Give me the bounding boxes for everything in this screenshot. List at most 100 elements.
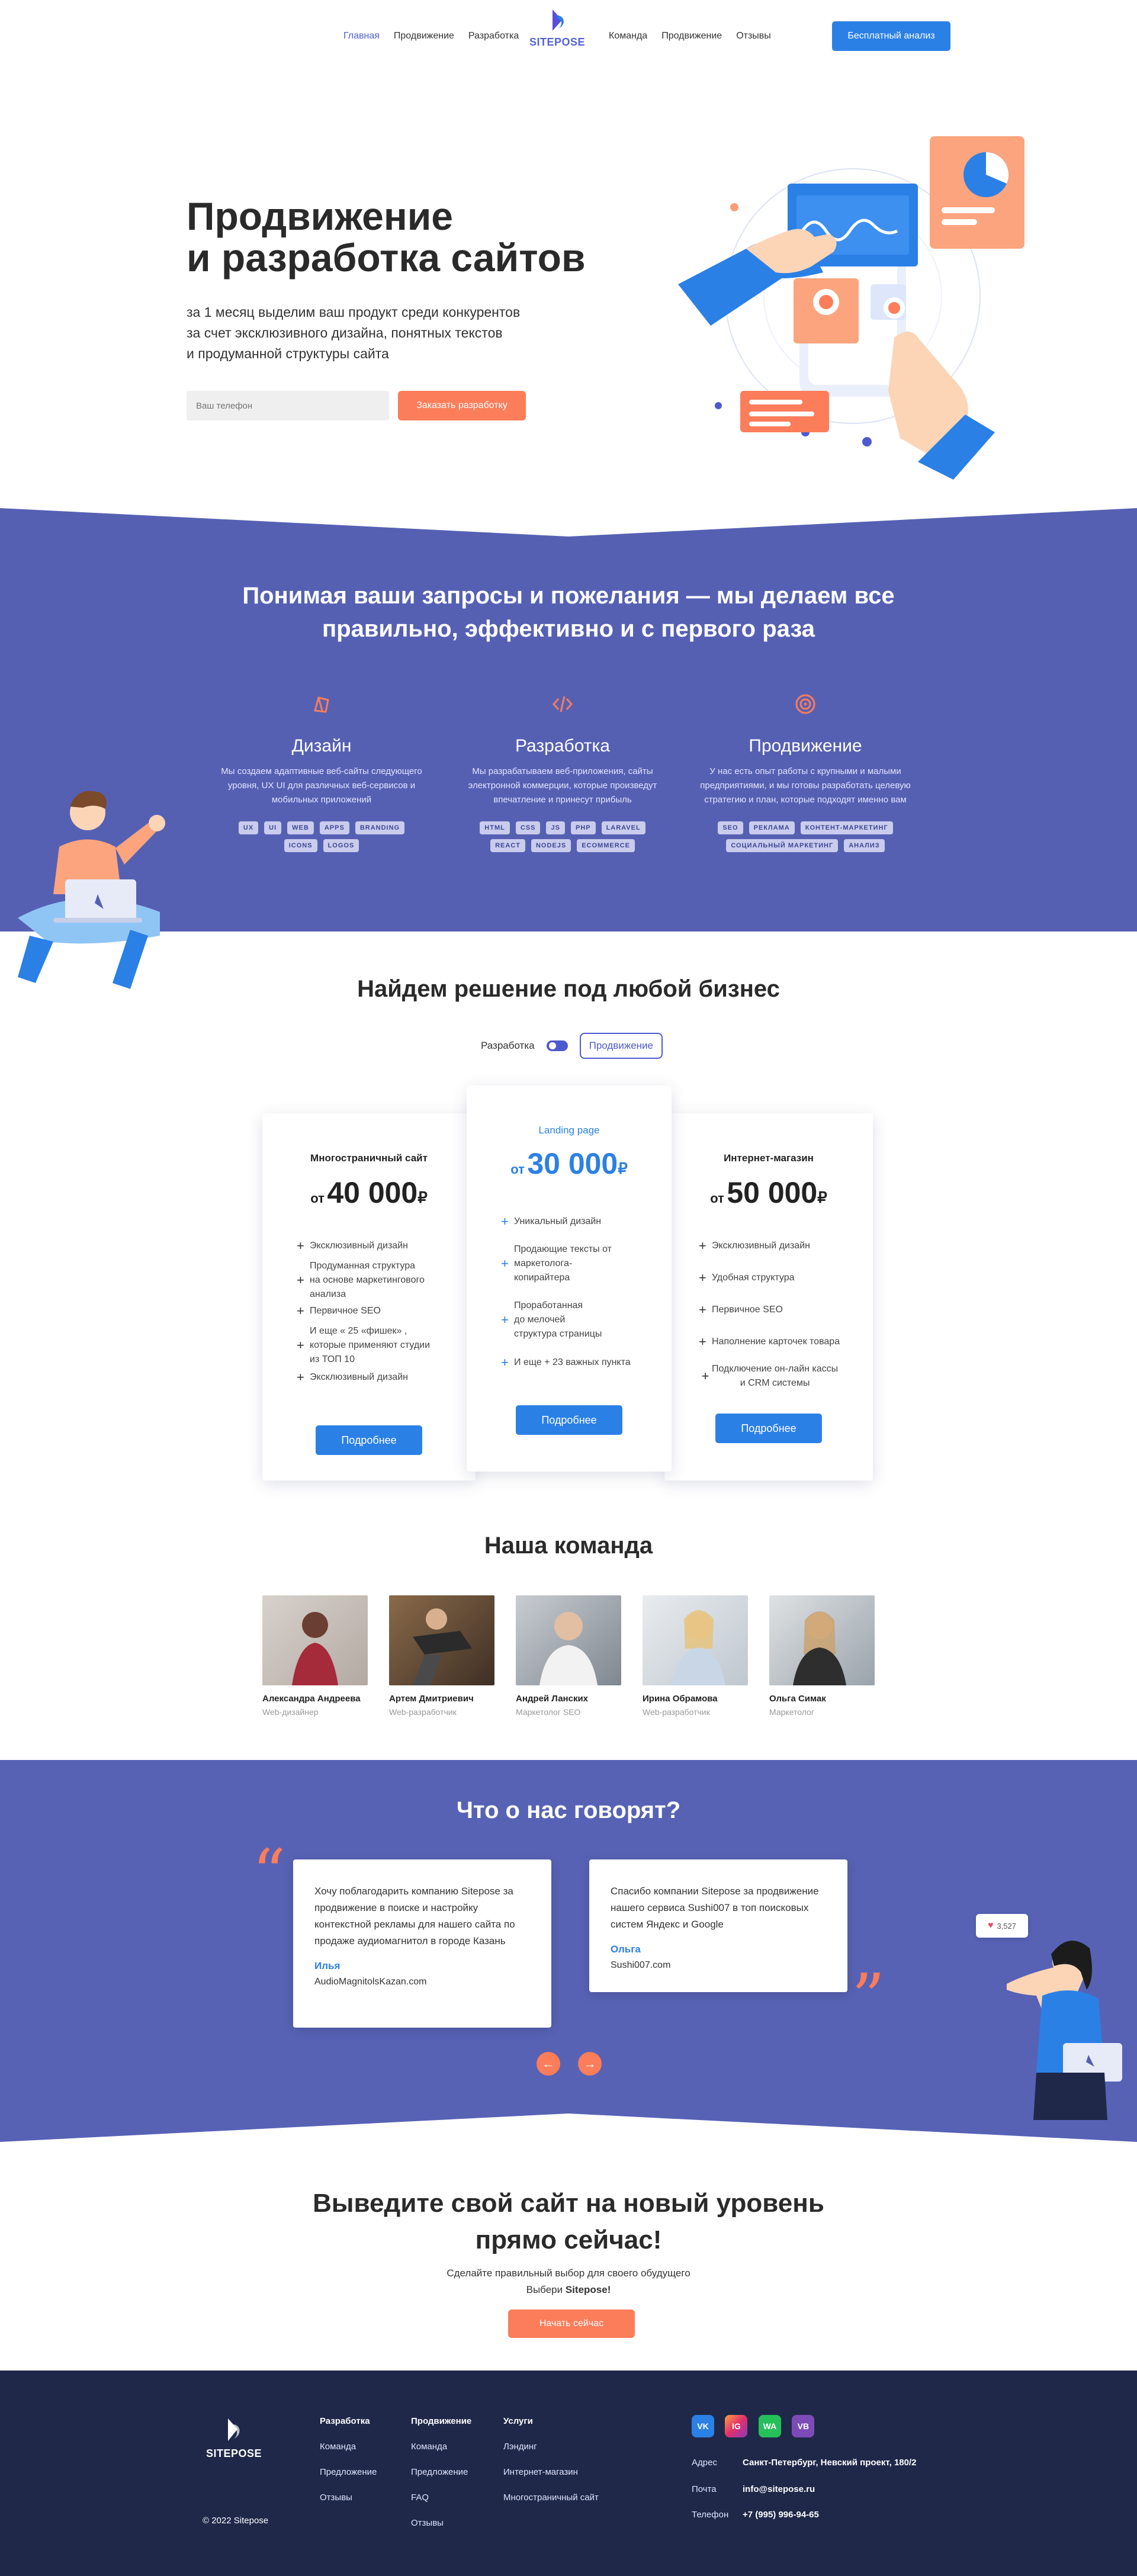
plus-icon: + bbox=[297, 1370, 304, 1385]
member-name: Андрей Ланских bbox=[516, 1694, 589, 1704]
plan-more-button[interactable]: Подробнее bbox=[316, 1425, 422, 1455]
hero-illustration bbox=[678, 136, 1024, 480]
nav-link-promotion-2[interactable]: Продвижение bbox=[661, 31, 722, 41]
plus-icon: + bbox=[297, 1303, 304, 1318]
service-design: Дизайн Мы создаем адаптивные веб-сайты с… bbox=[206, 693, 437, 852]
person-photo-icon bbox=[672, 1610, 725, 1685]
footer-link[interactable]: Интернет-магазин bbox=[503, 2467, 599, 2477]
team-title: Наша команда bbox=[484, 1533, 653, 1559]
plus-icon: + bbox=[501, 1256, 509, 1271]
member-name: Александра Андреева bbox=[262, 1694, 361, 1704]
service-text: У нас есть опыт работы с крупными и малы… bbox=[700, 766, 911, 805]
tag: BRANDING bbox=[355, 821, 405, 834]
plan-feature: + Подключение он-лайн кассы и CRM системы bbox=[699, 1362, 839, 1390]
review-text: Спасибо компании Sitepose за продвижение… bbox=[611, 1886, 819, 1930]
tag: АНАЛИЗ bbox=[844, 839, 885, 852]
plan-feature: + Проработанная до мелочей структура стра… bbox=[501, 1300, 602, 1339]
phone-input[interactable] bbox=[187, 391, 389, 420]
design-icon bbox=[314, 696, 329, 713]
plus-icon: + bbox=[501, 1214, 509, 1229]
team-member: Андрей Ланских Маркетолог SEO bbox=[516, 1595, 621, 1717]
tag: ECOMMERCE bbox=[577, 839, 635, 852]
plan-more-button[interactable]: Подробнее bbox=[715, 1414, 822, 1443]
member-name: Ирина Обрамова bbox=[643, 1694, 718, 1704]
team-member: Ольга Симак Маркетолог bbox=[769, 1595, 875, 1717]
code-icon bbox=[552, 696, 573, 712]
service-tags: SEO РЕКЛАМА КОНТЕНТ-МАРКЕТИНГ СОЦИАЛЬНЫЙ… bbox=[690, 821, 921, 852]
plan-feature: + Удобная структура bbox=[699, 1270, 795, 1285]
plus-icon: + bbox=[501, 1312, 509, 1327]
top-wave-divider bbox=[0, 508, 1137, 537]
header-nav-right: Команда Продвижение Отзывы bbox=[609, 31, 771, 41]
plus-icon: + bbox=[699, 1238, 706, 1253]
nav-link-development[interactable]: Разработка bbox=[468, 31, 519, 41]
review-site: Sushi007.com bbox=[611, 1960, 671, 1970]
footer-link[interactable]: Команда bbox=[411, 2442, 471, 2452]
service-text: Мы разрабатываем веб-приложения, сайты э… bbox=[468, 766, 657, 805]
footer-link[interactable]: Отзывы bbox=[320, 2493, 377, 2503]
start-now-button[interactable]: Начать сейчас bbox=[508, 2310, 635, 2338]
service-promotion: Продвижение У нас есть опыт работы с кру… bbox=[690, 693, 921, 852]
plus-icon: + bbox=[699, 1270, 706, 1285]
person-photo-icon bbox=[793, 1611, 846, 1685]
plus-icon: + bbox=[701, 1369, 709, 1383]
vk-icon[interactable]: VK bbox=[692, 2415, 714, 2437]
tag: PHP bbox=[570, 821, 596, 834]
footer-link[interactable]: Многостраничный сайт bbox=[503, 2493, 599, 2503]
plan-name: Многостраничный сайт bbox=[310, 1152, 428, 1164]
review-text: Хочу поблагодарить компанию Sitepose за … bbox=[314, 1886, 515, 1947]
viber-icon[interactable]: VB bbox=[792, 2415, 815, 2437]
tag: REACT bbox=[490, 839, 525, 852]
toggle-label-promotion[interactable]: Продвижение bbox=[579, 1033, 663, 1059]
review-site: AudioMagnitolsKazan.com bbox=[314, 1977, 427, 1987]
nav-link-home[interactable]: Главная bbox=[343, 31, 380, 41]
footer-link[interactable]: FAQ bbox=[411, 2493, 471, 2503]
cta-title: Выведите свой сайт на новый уровень прям… bbox=[313, 2189, 824, 2254]
logo-mark-icon bbox=[553, 9, 564, 31]
review-card: Спасибо компании Sitepose за продвижение… bbox=[589, 1859, 847, 1992]
nav-link-reviews[interactable]: Отзывы bbox=[736, 31, 771, 41]
instagram-icon[interactable]: IG bbox=[725, 2415, 748, 2437]
contact-email: Почта info@sitepose.ru bbox=[692, 2484, 815, 2494]
pricing-title: Найдем решение под любой бизнес bbox=[357, 976, 780, 1002]
toggle-label-development[interactable]: Разработка bbox=[481, 1040, 535, 1052]
reviews-next-button[interactable]: → bbox=[578, 2052, 602, 2076]
review-author: Ольга bbox=[611, 1944, 641, 1955]
pricing-toggle: Разработка Продвижение bbox=[481, 1033, 663, 1059]
footer-link[interactable]: Отзывы bbox=[411, 2518, 471, 2528]
footer-col-services: Услуги Лэндинг Интернет-магазин Многостр… bbox=[503, 2416, 599, 2503]
plan-feature: + Продающие тексты от маркетолога- копира… bbox=[501, 1244, 612, 1283]
pricing-card-multipage: Многостраничный сайт от 40 000₽ + Эксклюз… bbox=[262, 1113, 476, 1480]
footer-col-development: Разработка Команда Предложение Отзывы bbox=[320, 2416, 377, 2503]
team-member: Ирина Обрамова Web-разработчик bbox=[643, 1595, 748, 1717]
toggle-switch[interactable] bbox=[546, 1040, 568, 1051]
tag: КОНТЕНТ-МАРКЕТИНГ bbox=[800, 821, 893, 834]
footer-link[interactable]: Предложение bbox=[411, 2467, 471, 2477]
footer-link[interactable]: Предложение bbox=[320, 2467, 377, 2477]
pricing-card-landing: Landing page от 30 000₽ + Уникальный диза… bbox=[467, 1085, 672, 1472]
header-logo[interactable]: SITEPOSE bbox=[525, 7, 590, 49]
free-analysis-button[interactable]: Бесплатный анализ bbox=[832, 21, 950, 51]
whatsapp-icon[interactable]: WA bbox=[758, 2415, 781, 2437]
quote-open-icon: “ bbox=[252, 1835, 286, 1911]
review-card: Хочу поблагодарить компанию Sitepose за … bbox=[293, 1859, 551, 2028]
order-development-button[interactable]: Заказать разработку bbox=[398, 391, 526, 420]
team-member: Александра Андреева Web-дизайнер bbox=[262, 1595, 368, 1717]
footer-logo[interactable]: SITEPOSE bbox=[201, 2415, 266, 2460]
member-photo bbox=[643, 1595, 748, 1685]
tag: РЕКЛАМА bbox=[749, 821, 795, 834]
footer-link[interactable]: Лэндинг bbox=[503, 2442, 599, 2452]
plan-feature: + И еще « 25 «фишек» , которые применяют … bbox=[297, 1326, 431, 1364]
social-links: VK IG WA VB bbox=[692, 2415, 823, 2437]
plus-icon: + bbox=[699, 1302, 706, 1317]
service-tags: UX UI WEB APPS BRANDING ICONS LOGOS bbox=[206, 821, 437, 852]
plan-more-button[interactable]: Подробнее bbox=[516, 1405, 622, 1435]
reviews-prev-button[interactable]: ← bbox=[537, 2052, 560, 2076]
footer-link[interactable]: Команда bbox=[320, 2442, 377, 2452]
service-tags: HTML CSS JS PHP LARAVEL REACT NODEJS ECO… bbox=[447, 821, 678, 852]
nav-link-team[interactable]: Команда bbox=[609, 31, 647, 41]
nav-link-promotion[interactable]: Продвижение bbox=[394, 31, 454, 41]
tag: JS bbox=[546, 821, 565, 834]
logo-mark-icon bbox=[228, 2418, 240, 2441]
tag: ICONS bbox=[284, 839, 317, 852]
